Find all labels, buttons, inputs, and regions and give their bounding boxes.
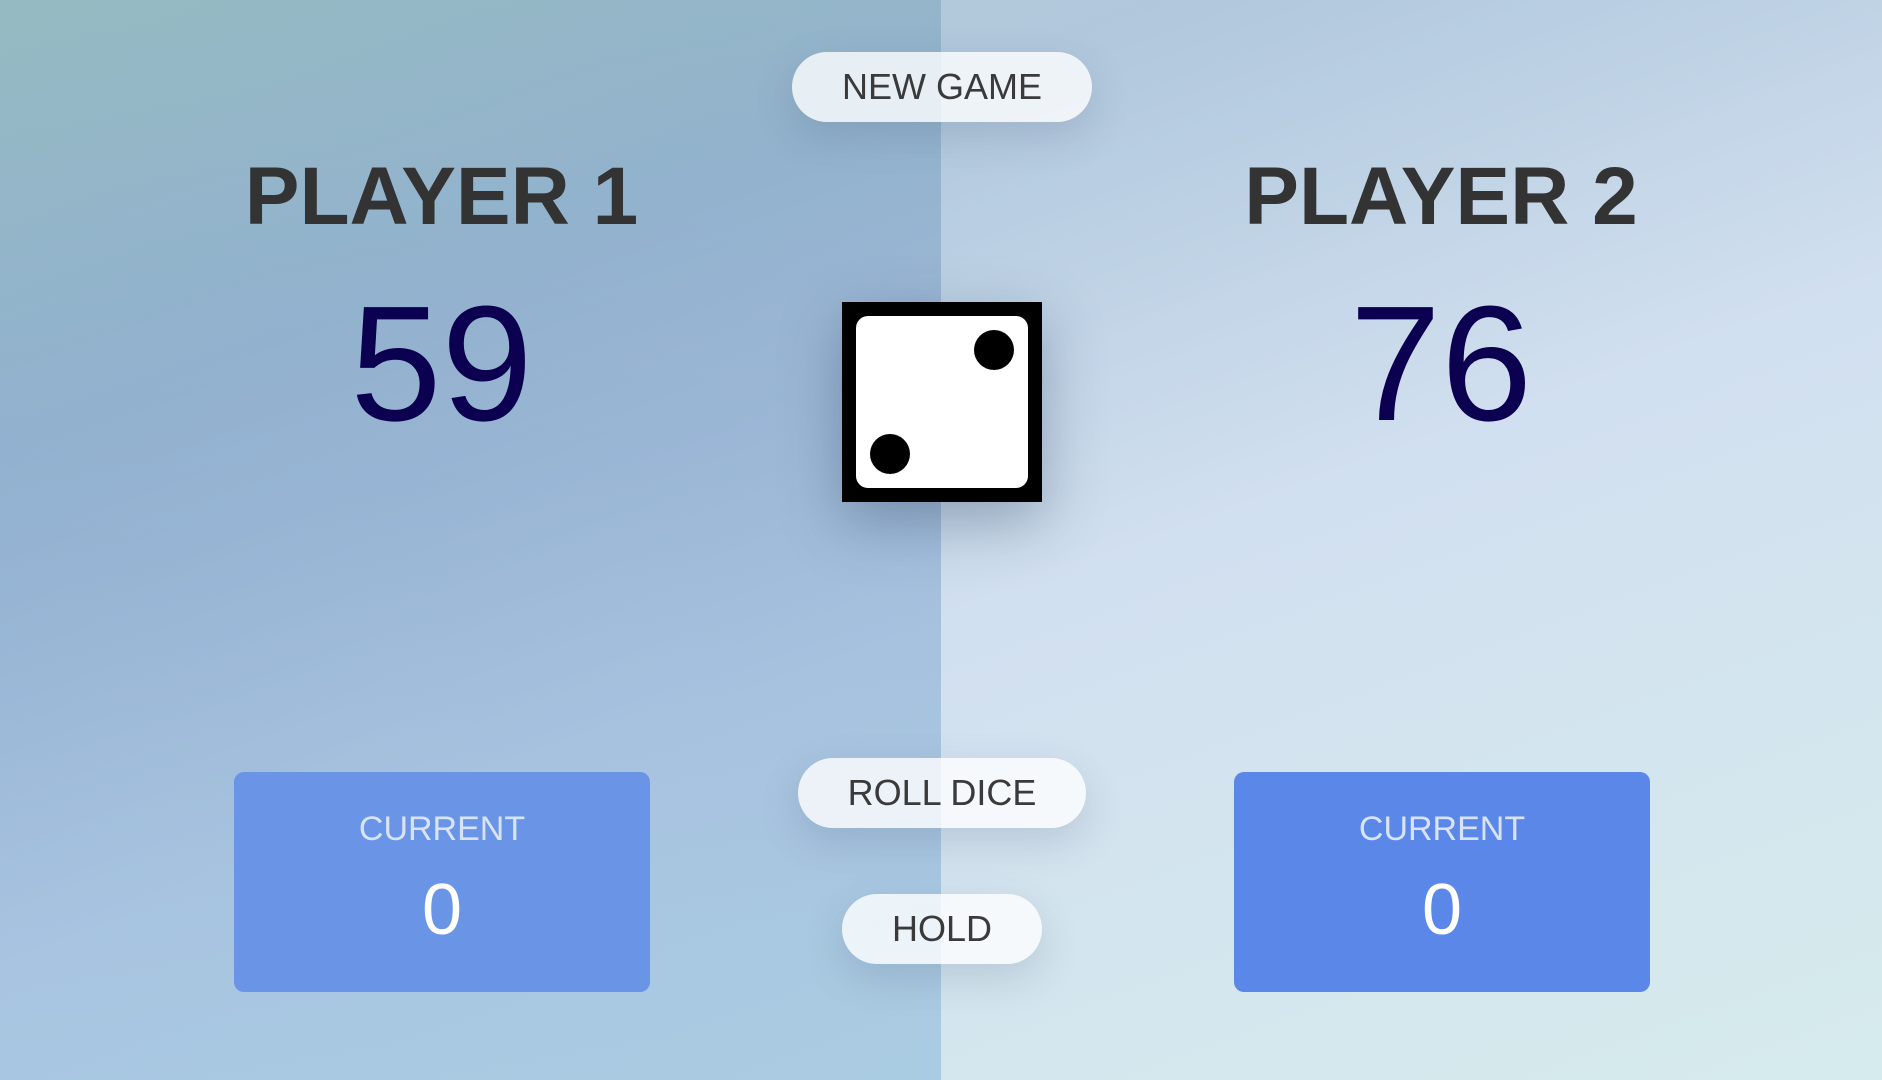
player-1-current-value: 0 [421,870,463,950]
player-2-name: PLAYER 2 [1244,151,1638,242]
roll-dice-button[interactable]: ROLL DICE [798,758,1086,828]
player-2-score: 76 [1349,272,1533,455]
dice-pip [870,434,910,474]
player-2-current-box: CURRENT 0 [1234,772,1650,992]
player-2-panel: PLAYER 2 76 CURRENT 0 [941,0,1882,1080]
dice-two-icon [842,302,1042,502]
dice-pip [974,330,1014,370]
player-1-panel: PLAYER 1 59 CURRENT 0 [0,0,941,1080]
player-1-current-label: CURRENT [358,810,526,848]
player-1-name: PLAYER 1 [244,151,639,242]
game-board: PLAYER 1 59 CURRENT 0 PLAYER 2 76 CURREN… [0,0,1882,1080]
player-2-current-label: CURRENT [1358,810,1526,848]
hold-button[interactable]: HOLD [842,894,1042,964]
player-1-score: 59 [350,272,533,455]
player-1-current-box: CURRENT 0 [234,772,650,992]
new-game-button[interactable]: NEW GAME [792,52,1092,122]
player-2-current-value: 0 [1421,870,1463,950]
